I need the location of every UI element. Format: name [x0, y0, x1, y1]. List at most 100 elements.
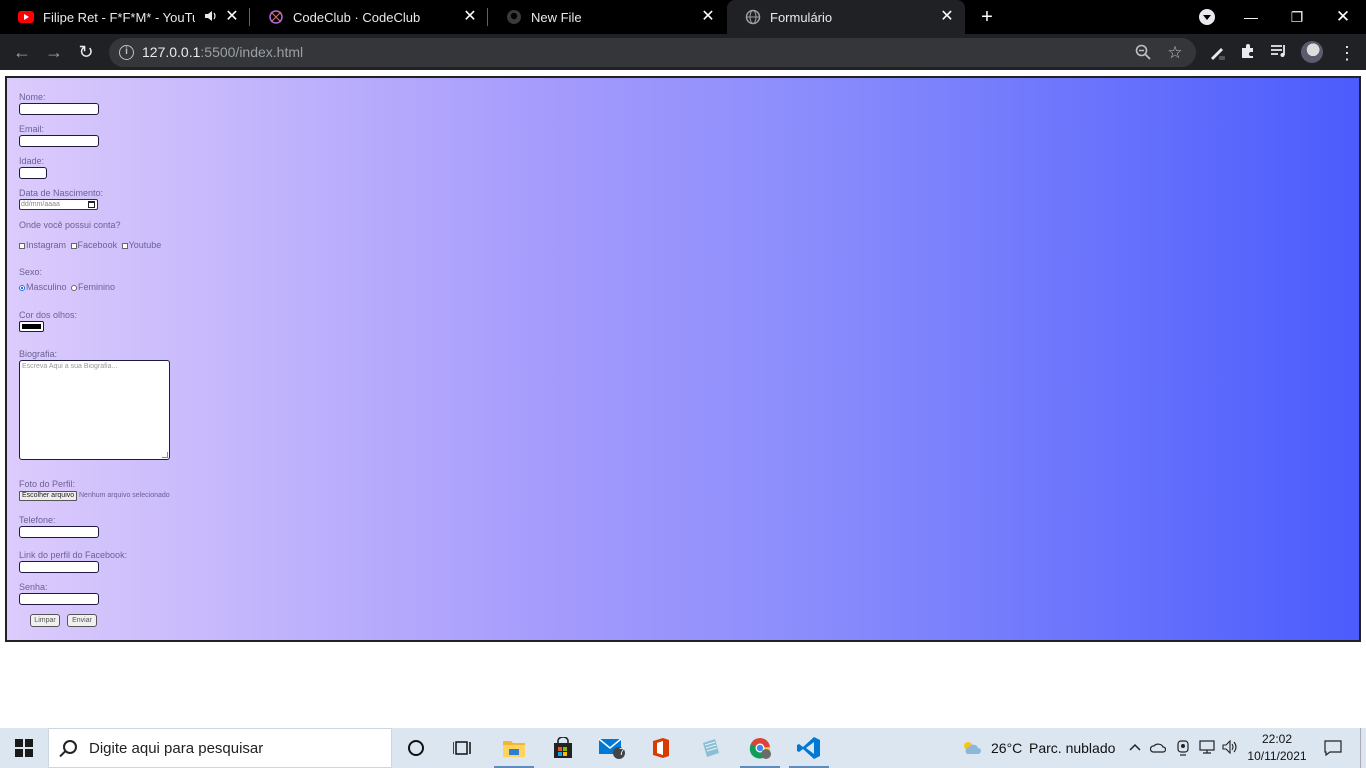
maximize-button[interactable]: ❐	[1274, 0, 1320, 34]
notepad-icon[interactable]	[688, 728, 732, 768]
close-tab-icon[interactable]: ✕	[700, 9, 716, 25]
weather-icon[interactable]	[961, 740, 983, 756]
close-tab-icon[interactable]: ✕	[462, 9, 478, 25]
feminino-label: Feminino	[78, 282, 116, 292]
idade-label: Idade:	[19, 156, 45, 166]
form-container: Nome: Email: Idade: Data de Nascimento: …	[5, 76, 1361, 642]
youtube-label: Youtube	[128, 240, 162, 250]
task-view-icon[interactable]	[441, 728, 485, 768]
limpar-button[interactable]: Limpar	[30, 614, 60, 627]
email-input[interactable]	[19, 135, 99, 147]
globe-icon	[745, 9, 761, 25]
search-icon	[63, 740, 77, 754]
back-button[interactable]: ←	[10, 40, 34, 64]
taskbar-search-placeholder: Digite aqui para pesquisar	[89, 740, 264, 757]
system-clock[interactable]: 22:02 10/11/2021	[1244, 731, 1310, 765]
nascimento-date-input[interactable]: dd/mm/aaaa	[19, 199, 98, 210]
tab-new-file[interactable]: New File ✕	[488, 0, 726, 34]
close-window-button[interactable]: ✕	[1320, 0, 1366, 34]
profile-avatar[interactable]	[1301, 41, 1323, 63]
masculino-label: Masculino	[26, 282, 67, 292]
microsoft-store-icon[interactable]	[541, 728, 585, 768]
taskbar-search-box[interactable]: Digite aqui para pesquisar	[48, 728, 392, 768]
windows-start-icon[interactable]	[0, 728, 48, 768]
codeclub-icon	[268, 9, 284, 25]
biografia-textarea[interactable]: Escreva Aqui a sua Biografia...	[19, 360, 170, 460]
page-viewport: Nome: Email: Idade: Data de Nascimento: …	[0, 70, 1366, 728]
masculino-radio[interactable]	[19, 284, 25, 291]
clock-time: 22:02	[1261, 732, 1293, 746]
olhos-label: Cor dos olhos:	[19, 310, 78, 320]
tab-strip: Filipe Ret - F*F*M* - YouTube ✕ CodeClub…	[0, 0, 1366, 34]
browser-menu-icon[interactable]: ⋮	[1337, 43, 1357, 63]
clock-date: 10/11/2021	[1247, 749, 1307, 763]
show-desktop-button[interactable]	[1360, 728, 1366, 768]
telefone-input[interactable]	[19, 526, 99, 538]
choose-file-button[interactable]: Escolher arquivo	[19, 491, 78, 501]
youtube-checkbox[interactable]	[121, 242, 128, 249]
url-text[interactable]: 127.0.0.1:5500/index.html	[142, 44, 303, 60]
nome-input[interactable]	[19, 103, 99, 115]
notifications-icon[interactable]	[1324, 740, 1342, 757]
mail-icon[interactable]: 7	[590, 728, 634, 768]
extensions-puzzle-icon[interactable]	[1238, 43, 1258, 63]
calendar-icon[interactable]	[88, 201, 95, 208]
tab-youtube[interactable]: Filipe Ret - F*F*M* - YouTube ✕	[0, 0, 250, 34]
facebook-link-input[interactable]	[19, 561, 99, 573]
browser-toolbar: ← → ↻ i 127.0.0.1:5500/index.html ☆ ⋮	[0, 34, 1366, 70]
show-hidden-icons-chevron-icon[interactable]	[1127, 740, 1143, 756]
github-icon	[506, 9, 522, 25]
sexo-radio-group: Masculino Feminino	[19, 282, 115, 292]
telefone-label: Telefone:	[19, 515, 56, 525]
facebook-label: Facebook	[77, 240, 118, 250]
tab-codeclub[interactable]: CodeClub · CodeClub ✕	[250, 0, 488, 34]
date-placeholder: dd/mm/aaaa	[21, 201, 60, 208]
close-tab-icon[interactable]: ✕	[224, 9, 240, 25]
weather-description[interactable]: Parc. nublado	[1029, 740, 1115, 756]
chrome-icon[interactable]	[738, 728, 782, 768]
bio-label: Biografia:	[19, 349, 58, 359]
facebook-checkbox[interactable]	[70, 242, 77, 249]
webcam-icon[interactable]	[1175, 740, 1191, 756]
facebook-link-label: Link do perfil do Facebook:	[19, 550, 128, 560]
office-icon[interactable]	[639, 728, 683, 768]
file-status: Nenhum arquivo selecionado	[79, 492, 170, 499]
tab-formulario[interactable]: Formulário ✕	[727, 0, 965, 34]
cortana-icon[interactable]	[394, 728, 438, 768]
tab-title: Formulário	[770, 9, 833, 25]
resize-handle[interactable]	[162, 452, 168, 458]
feminino-radio[interactable]	[71, 284, 78, 291]
mail-badge: 7	[619, 747, 625, 758]
contas-checkbox-group: Instagram Facebook Youtube	[19, 240, 161, 250]
idade-input[interactable]	[19, 167, 47, 179]
email-label: Email:	[19, 124, 45, 134]
file-explorer-icon[interactable]	[492, 728, 536, 768]
site-info-icon[interactable]: i	[119, 45, 134, 60]
forward-button[interactable]: →	[42, 40, 66, 64]
reload-button[interactable]: ↻	[74, 40, 98, 64]
eye-color-picker[interactable]	[19, 321, 44, 332]
tab-search-icon[interactable]	[1199, 9, 1215, 25]
volume-icon[interactable]	[1222, 739, 1238, 756]
senha-input[interactable]	[19, 593, 99, 605]
weather-temp[interactable]: 26°C	[991, 740, 1022, 756]
color-swatch	[22, 324, 41, 329]
sexo-label: Sexo:	[19, 267, 43, 277]
vscode-icon[interactable]	[787, 728, 831, 768]
speaker-icon[interactable]	[204, 9, 218, 23]
minimize-button[interactable]: —	[1228, 0, 1274, 34]
zoom-icon[interactable]	[1134, 44, 1152, 62]
network-icon[interactable]	[1199, 740, 1215, 756]
bookmark-star-icon[interactable]: ☆	[1166, 44, 1184, 62]
foto-label: Foto do Perfil:	[19, 479, 76, 489]
tab-title: Filipe Ret - F*F*M* - YouTube	[43, 9, 195, 25]
enviar-button[interactable]: Enviar	[67, 614, 97, 627]
new-tab-button[interactable]: +	[976, 6, 998, 28]
onedrive-icon[interactable]	[1149, 740, 1167, 756]
instagram-checkbox[interactable]	[19, 242, 25, 249]
media-queue-icon[interactable]	[1269, 43, 1289, 63]
close-tab-icon[interactable]: ✕	[939, 9, 955, 25]
address-bar[interactable]: i 127.0.0.1:5500/index.html ☆	[109, 38, 1196, 67]
pen-extension-icon[interactable]	[1207, 43, 1227, 63]
instagram-label: Instagram	[26, 240, 67, 250]
